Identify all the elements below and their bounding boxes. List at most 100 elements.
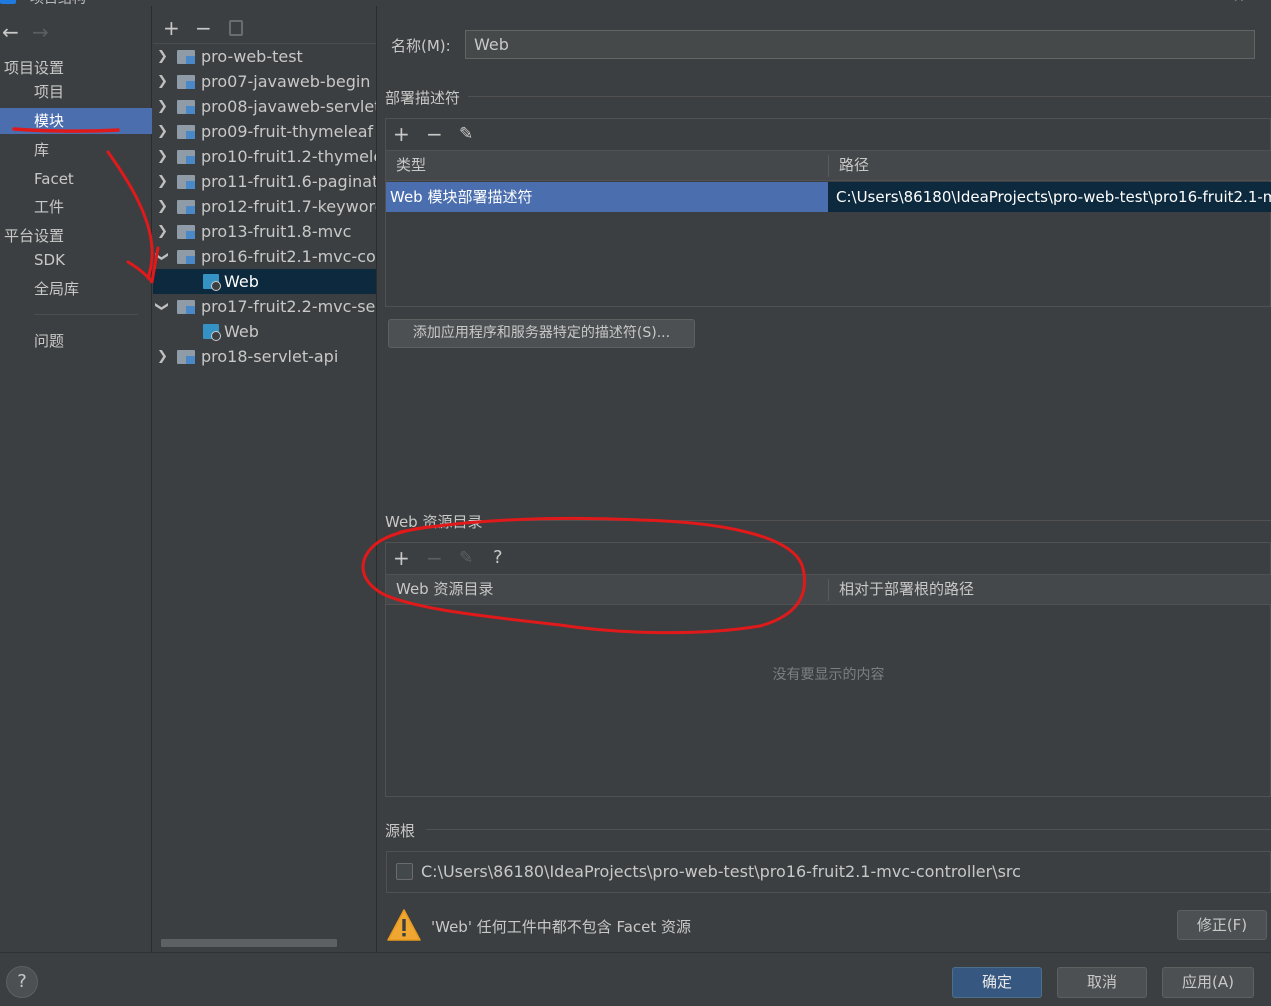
nav-item-libraries[interactable]: 库: [0, 137, 152, 163]
chevron-right-icon[interactable]: ❯: [157, 194, 168, 219]
chevron-right-icon[interactable]: ❯: [157, 44, 168, 69]
fix-button[interactable]: 修正(F): [1177, 910, 1267, 940]
descriptor-type-cell: Web 模块部署描述符: [386, 182, 828, 212]
add-module-button[interactable]: +: [163, 16, 180, 40]
source-root-checkbox[interactable]: [396, 863, 413, 880]
web-resource-dirs-title: Web 资源目录: [385, 513, 483, 531]
module-folder-icon: [177, 100, 195, 114]
tree-row-module[interactable]: ❯ pro-web-test: [153, 44, 376, 69]
warning-icon: [387, 909, 421, 941]
ok-button[interactable]: 确定: [952, 967, 1042, 998]
tree-row-label: pro13-fruit1.8-mvc: [201, 222, 352, 241]
column-header-relative-path[interactable]: 相对于部署根的路径: [829, 575, 974, 604]
tree-row-module[interactable]: ❯ pro10-fruit1.2-thymeleaf: [153, 144, 376, 169]
tree-row-label: Web: [224, 322, 259, 341]
web-facet-icon: [203, 324, 221, 341]
remove-resource-dir-button[interactable]: −: [426, 546, 443, 570]
chevron-down-icon[interactable]: ❯: [153, 301, 174, 312]
chevron-right-icon[interactable]: ❯: [157, 169, 168, 194]
module-folder-icon: [177, 300, 195, 314]
nav-item-artifacts[interactable]: 工件: [0, 194, 152, 220]
nav-item-modules[interactable]: 模块: [0, 108, 152, 134]
tree-row-label: pro18-servlet-api: [201, 347, 339, 366]
tree-row-module[interactable]: ❯ pro17-fruit2.2-mvc-service: [153, 294, 376, 319]
section-divider: [468, 96, 1271, 97]
help-question-icon[interactable]: ?: [493, 547, 503, 568]
warning-message: 'Web' 任何工件中都不包含 Facet 资源: [431, 918, 692, 936]
module-folder-icon: [177, 125, 195, 139]
tree-row-label: pro11-fruit1.6-pagination: [201, 172, 376, 191]
resource-table-header: Web 资源目录 相对于部署根的路径: [386, 574, 1271, 605]
edit-pencil-icon[interactable]: ✎: [459, 124, 473, 144]
facet-name-input[interactable]: [465, 30, 1255, 59]
section-divider: [490, 520, 1271, 521]
tree-row-module[interactable]: ❯ pro16-fruit2.1-mvc-controller: [153, 244, 376, 269]
web-facet-icon: [203, 274, 221, 291]
remove-descriptor-button[interactable]: −: [426, 122, 443, 146]
module-folder-icon: [177, 225, 195, 239]
chevron-right-icon[interactable]: ❯: [157, 144, 168, 169]
chevron-down-icon[interactable]: ❯: [153, 251, 174, 262]
module-folder-icon: [177, 250, 195, 264]
copy-icon[interactable]: [229, 20, 243, 36]
chevron-right-icon[interactable]: ❯: [157, 94, 168, 119]
tree-row-label: pro07-javaweb-begin: [201, 72, 371, 91]
tree-row-module[interactable]: ❯ pro08-javaweb-servlet: [153, 94, 377, 119]
settings-nav: ← → 项目设置 项目 模块 库 Facet 工件 平台设置 SDK 全局库 问…: [0, 6, 152, 952]
nav-item-facets[interactable]: Facet: [0, 166, 152, 192]
tree-row-module[interactable]: ❯ pro07-javaweb-begin: [153, 69, 376, 94]
module-folder-icon: [177, 350, 195, 364]
column-header-path[interactable]: 路径: [829, 151, 869, 180]
tree-row-web-facet[interactable]: Web: [153, 269, 376, 294]
help-button[interactable]: ?: [6, 966, 38, 998]
add-resource-dir-button[interactable]: +: [393, 546, 410, 570]
nav-item-global-libraries[interactable]: 全局库: [0, 276, 152, 302]
tree-row-label: pro-web-test: [201, 47, 303, 66]
tree-row-module[interactable]: ❯ pro11-fruit1.6-pagination: [153, 169, 376, 194]
chevron-right-icon[interactable]: ❯: [157, 69, 168, 94]
module-folder-icon: [177, 150, 195, 164]
chevron-right-icon[interactable]: ❯: [157, 219, 168, 244]
nav-separator: [34, 314, 138, 315]
source-roots-title: 源根: [385, 822, 416, 840]
apply-button[interactable]: 应用(A): [1162, 967, 1254, 998]
add-server-specific-descriptor-button[interactable]: 添加应用程序和服务器特定的描述符(S)...: [388, 319, 695, 348]
close-icon[interactable]: ✕: [1233, 0, 1245, 6]
deployment-descriptors-title: 部署描述符: [385, 89, 461, 107]
nav-item-sdk[interactable]: SDK: [0, 247, 152, 273]
descriptor-table-header: 类型 路径: [386, 150, 1271, 181]
tree-row-label: pro16-fruit2.1-mvc-controller: [201, 247, 376, 266]
descriptor-table-row[interactable]: Web 模块部署描述符 C:\Users\86180\IdeaProjects\…: [386, 182, 1271, 212]
descriptor-path-cell: C:\Users\86180\IdeaProjects\pro-web-test…: [828, 182, 1271, 212]
module-tree-pane: + − ❯ pro-web-test ❯ pro07-javaweb-begin…: [153, 6, 377, 952]
source-root-path: C:\Users\86180\IdeaProjects\pro-web-test…: [421, 862, 1021, 881]
tree-row-module[interactable]: ❯ pro12-fruit1.7-keyword: [153, 194, 376, 219]
module-folder-icon: [177, 75, 195, 89]
tree-row-module[interactable]: ❯ pro13-fruit1.8-mvc: [153, 219, 376, 244]
module-folder-icon: [177, 175, 195, 189]
column-header-type[interactable]: 类型: [386, 151, 426, 180]
intellij-logo-icon: [0, 0, 16, 4]
nav-item-project[interactable]: 项目: [0, 79, 152, 105]
column-header-web-resource-dir[interactable]: Web 资源目录: [386, 575, 493, 604]
module-folder-icon: [177, 50, 195, 64]
remove-module-button[interactable]: −: [195, 16, 212, 40]
tree-horizontal-scrollbar[interactable]: [161, 939, 337, 947]
nav-heading-platform-settings: 平台设置: [4, 227, 65, 245]
empty-table-message: 没有要显示的内容: [772, 667, 885, 683]
edit-pencil-icon[interactable]: ✎: [459, 548, 473, 568]
forward-arrow-icon[interactable]: →: [32, 20, 49, 44]
tree-row-label: pro10-fruit1.2-thymeleaf: [201, 147, 376, 166]
add-descriptor-button[interactable]: +: [393, 122, 410, 146]
section-divider: [426, 829, 1271, 830]
tree-row-label: pro08-javaweb-servlet: [201, 97, 377, 116]
tree-row-module[interactable]: ❯ pro18-servlet-api: [153, 344, 376, 369]
chevron-right-icon[interactable]: ❯: [157, 119, 168, 144]
back-arrow-icon[interactable]: ←: [2, 20, 19, 44]
nav-item-problems[interactable]: 问题: [0, 328, 152, 354]
chevron-right-icon[interactable]: ❯: [157, 344, 168, 369]
nav-heading-project-settings: 项目设置: [4, 59, 65, 77]
tree-row-web-facet[interactable]: Web: [153, 319, 376, 344]
cancel-button[interactable]: 取消: [1057, 967, 1147, 998]
tree-row-module[interactable]: ❯ pro09-fruit-thymeleaf: [153, 119, 376, 144]
